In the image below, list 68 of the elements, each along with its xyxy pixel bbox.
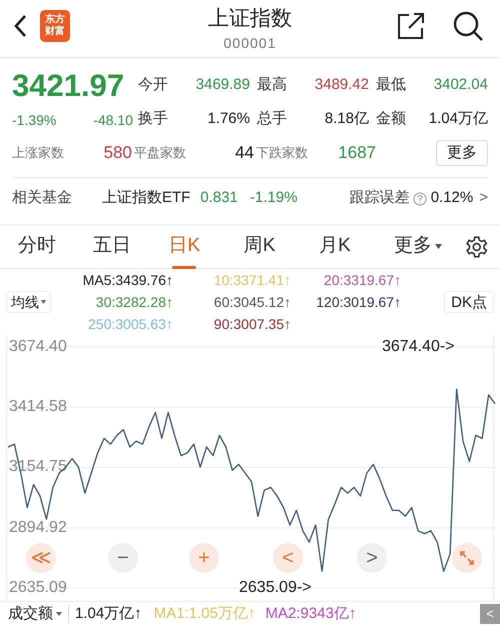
chevron[interactable]: > [479,187,488,210]
dk-button[interactable]: DK点 [444,291,494,313]
stat-label: 今开 [138,75,168,95]
ma-value: 120:3019.67↑ [315,293,402,312]
axis-label: 2635.09 [9,579,67,598]
ma-value: 30:3282.28↑ [94,293,174,312]
chart-control-button[interactable]: > [357,543,387,573]
ma-value: 90:3007.35↑ [212,315,292,334]
ma-selector[interactable]: 均线 [6,291,51,313]
fund-price: 0.831 [200,188,238,208]
stat-label: 最高 [257,75,287,95]
fund-change: -1.19% [250,188,298,208]
stat-label: 最低 [376,75,406,95]
stat-value: 3469.89 [196,75,250,95]
axis-label: 2894.92 [9,518,67,537]
index-code: 000001 [222,34,278,53]
stat-value: 1.76% [207,108,250,128]
axis-label: 3414.58 [9,398,67,416]
more-button[interactable]: 更多 [436,140,488,166]
change-percent: -1.39% [12,111,56,130]
settings-icon[interactable] [464,234,488,258]
fund-label: 相关基金 [12,188,73,208]
fund-name[interactable]: 上证指数ETF [102,187,190,210]
change-amount: -48.10 [93,111,133,130]
stat-value: 3402.04 [434,75,488,95]
breadth-value: 580 [104,142,132,164]
ma-value: MA5:3439.76↑ [82,271,174,290]
expand-icon [459,550,475,566]
volume-ma: MA1:1.05万亿↑ [154,604,256,622]
price-marker: 2635.09-> [239,579,312,598]
breadth-label: 平盘家数 [134,144,186,162]
help-icon[interactable] [412,192,427,206]
breadth-value: 44 [235,142,254,164]
dropdown-caret-icon [435,244,442,249]
stat-value: 8.18亿 [324,108,369,128]
chart-tab[interactable]: 月K [318,224,394,268]
caret-icon [56,612,62,616]
ma-value: 20:3319.67↑ [322,271,402,290]
stat-label: 金额 [376,108,406,128]
volume-ma: MA2:9343亿↑ [265,604,356,622]
chart-control-button[interactable]: − [108,543,138,573]
ma-value: 250:3005.63↑ [87,315,174,334]
volume-value: 1.04万亿↑ [75,604,142,622]
caret-icon [41,300,46,304]
chart-tab[interactable]: 更多 [394,224,465,268]
breadth-value: 1687 [338,142,376,164]
tracking-value: 0.12% [430,188,474,208]
stat-label: 总手 [257,108,287,128]
last-price: 3421.97 [12,67,126,105]
price-marker: 3674.40-> [382,338,455,356]
share-icon[interactable] [397,12,425,40]
volume-selector[interactable]: 成交额 [8,604,69,622]
chart-tab[interactable]: 五日 [93,224,168,268]
breadth-label: 上涨家数 [12,144,64,162]
search-icon[interactable] [452,10,484,42]
axis-label: 3674.40 [9,338,67,356]
chart-tab[interactable]: 分时 [18,224,94,268]
ma-value: 10:3371.41↑ [212,271,292,290]
stat-label: 换手 [138,108,168,128]
expand-button[interactable] [452,543,482,573]
stat-value: 1.04万亿 [428,108,488,128]
page-title: 上证指数 [207,6,293,32]
ma-value: 60:3045.12↑ [212,293,292,312]
back-icon[interactable] [13,14,27,38]
stat-value: 3489.42 [314,75,369,95]
chart-tab[interactable]: 周K [244,224,319,268]
breadth-label: 下跌家数 [256,144,308,162]
tracking-label: 跟踪误差 [350,188,410,208]
